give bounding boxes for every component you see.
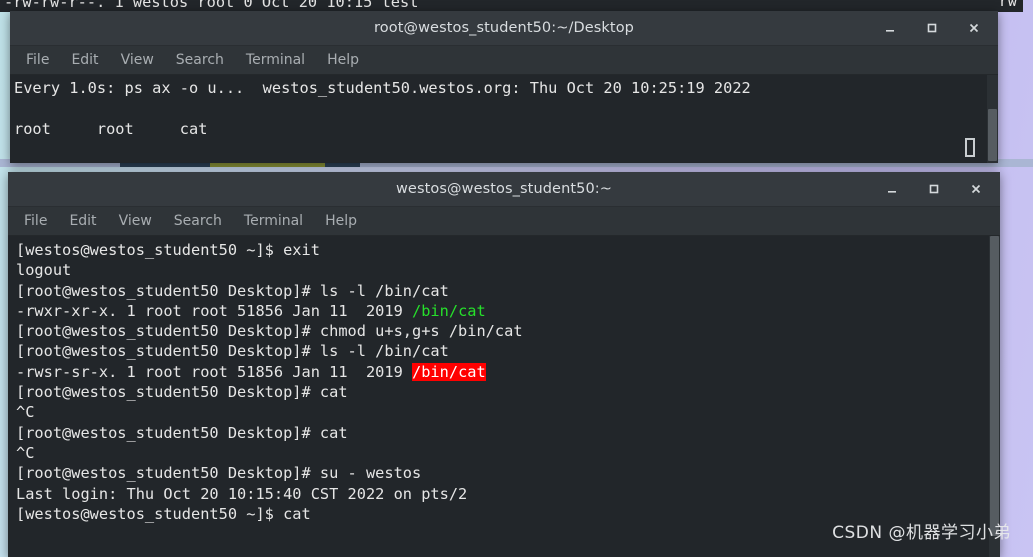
terminal-text: [root@westos_student50 Desktop]# cat bbox=[16, 423, 348, 442]
terminal-line: [westos@westos_student50 ~]$ cat bbox=[16, 504, 1000, 524]
terminal-text: -rwxr-xr-x. 1 root root 51856 Jan 11 201… bbox=[16, 301, 413, 320]
close-icon[interactable] bbox=[968, 181, 984, 197]
terminal-line: [root@westos_student50 Desktop]# ls -l /… bbox=[16, 341, 1000, 361]
maximize-icon[interactable] bbox=[924, 20, 940, 36]
terminal-text: Last login: Thu Oct 20 10:15:40 CST 2022… bbox=[16, 484, 468, 503]
titlebar-root-window[interactable]: root@westos_student50:~/Desktop bbox=[10, 11, 998, 46]
terminal-text: [root@westos_student50 Desktop]# ls -l /… bbox=[16, 281, 449, 300]
terminal-text: [root@westos_student50 Desktop]# ls -l /… bbox=[16, 342, 449, 361]
menu-help[interactable]: Help bbox=[327, 52, 359, 68]
terminal-line: [westos@westos_student50 ~]$ exit bbox=[16, 240, 1000, 260]
minimize-icon[interactable] bbox=[882, 20, 898, 36]
terminal-text: [root@westos_student50 Desktop]# cat bbox=[16, 383, 348, 402]
terminal-text: -rwsr-sr-x. 1 root root 51856 Jan 11 201… bbox=[16, 362, 413, 381]
terminal-line: ^C bbox=[16, 402, 1000, 422]
terminal-line: -rwsr-sr-x. 1 root root 51856 Jan 11 201… bbox=[16, 362, 1000, 382]
titlebar-westos-window[interactable]: westos@westos_student50:~ bbox=[8, 172, 1000, 207]
menu-file[interactable]: File bbox=[24, 213, 47, 229]
terminal-lines-root: Every 1.0s: ps ax -o u... westos_student… bbox=[10, 75, 998, 139]
terminal-line: -rwxr-xr-x. 1 root root 51856 Jan 11 201… bbox=[16, 301, 1000, 321]
terminal-text: [root@westos_student50 Desktop]# chmod u… bbox=[16, 322, 523, 341]
terminal-text-hl-red: /bin/cat bbox=[412, 362, 486, 381]
desktop-background: -rw-rw-r--. 1 westos root 0 Oct 20 10:15… bbox=[0, 0, 1033, 557]
menu-view[interactable]: View bbox=[119, 213, 152, 229]
menu-file[interactable]: File bbox=[26, 52, 49, 68]
terminal-line: logout bbox=[16, 260, 1000, 280]
menubar-root-window[interactable]: File Edit View Search Terminal Help bbox=[10, 46, 998, 75]
terminal-text: ^C bbox=[16, 443, 35, 462]
scrollbar-thumb[interactable] bbox=[990, 236, 999, 536]
terminal-text-fg-green: /bin/cat bbox=[412, 301, 486, 320]
minimize-icon[interactable] bbox=[884, 181, 900, 197]
window-controls[interactable] bbox=[882, 11, 988, 45]
terminal-line: ^C bbox=[16, 443, 1000, 463]
background-peek-right: rw bbox=[998, 0, 1017, 10]
terminal-window-westos[interactable]: westos@westos_student50:~ File Edit View… bbox=[8, 172, 1000, 557]
terminal-line: [root@westos_student50 Desktop]# cat bbox=[16, 382, 1000, 402]
terminal-output-westos[interactable]: [westos@westos_student50 ~]$ exit logout[… bbox=[8, 236, 1000, 557]
menu-edit[interactable]: Edit bbox=[71, 52, 98, 68]
terminal-text: [westos@westos_student50 ~]$ exit bbox=[16, 241, 320, 259]
menu-edit[interactable]: Edit bbox=[69, 213, 96, 229]
terminal-text: logout bbox=[16, 261, 72, 280]
window-title: westos@westos_student50:~ bbox=[395, 181, 613, 197]
menu-terminal[interactable]: Terminal bbox=[244, 213, 303, 229]
terminal-cursor-root bbox=[965, 138, 975, 157]
window-title: root@westos_student50:~/Desktop bbox=[374, 20, 634, 36]
menu-search[interactable]: Search bbox=[176, 52, 224, 68]
close-icon[interactable] bbox=[966, 20, 982, 36]
terminal-line: [root@westos_student50 Desktop]# ls -l /… bbox=[16, 281, 1000, 301]
terminal-output-root[interactable]: Every 1.0s: ps ax -o u... westos_student… bbox=[10, 75, 998, 163]
scrollbar-root-window[interactable] bbox=[987, 75, 998, 163]
menu-view[interactable]: View bbox=[121, 52, 154, 68]
menu-terminal[interactable]: Terminal bbox=[246, 52, 305, 68]
terminal-line: [root@westos_student50 Desktop]# chmod u… bbox=[16, 321, 1000, 341]
terminal-line: Every 1.0s: ps ax -o u... westos_student… bbox=[14, 79, 751, 97]
window-controls[interactable] bbox=[884, 172, 990, 206]
terminal-line: root root cat bbox=[14, 119, 208, 138]
terminal-window-root[interactable]: root@westos_student50:~/Desktop File Edi… bbox=[10, 11, 998, 163]
terminal-text: [root@westos_student50 Desktop]# su - we… bbox=[16, 464, 422, 483]
scrollbar-westos-window[interactable] bbox=[989, 236, 1000, 557]
menu-search[interactable]: Search bbox=[174, 213, 222, 229]
terminal-line: Last login: Thu Oct 20 10:15:40 CST 2022… bbox=[16, 484, 1000, 504]
menubar-westos-window[interactable]: File Edit View Search Terminal Help bbox=[8, 207, 1000, 236]
terminal-text: [westos@westos_student50 ~]$ cat bbox=[16, 504, 311, 523]
maximize-icon[interactable] bbox=[926, 181, 942, 197]
terminal-text: ^C bbox=[16, 403, 35, 422]
terminal-line: [root@westos_student50 Desktop]# su - we… bbox=[16, 463, 1000, 483]
terminal-line: [root@westos_student50 Desktop]# cat bbox=[16, 423, 1000, 443]
terminal-lines-westos: [westos@westos_student50 ~]$ exit logout[… bbox=[8, 236, 1000, 524]
scrollbar-thumb[interactable] bbox=[988, 109, 997, 161]
menu-help[interactable]: Help bbox=[325, 213, 357, 229]
